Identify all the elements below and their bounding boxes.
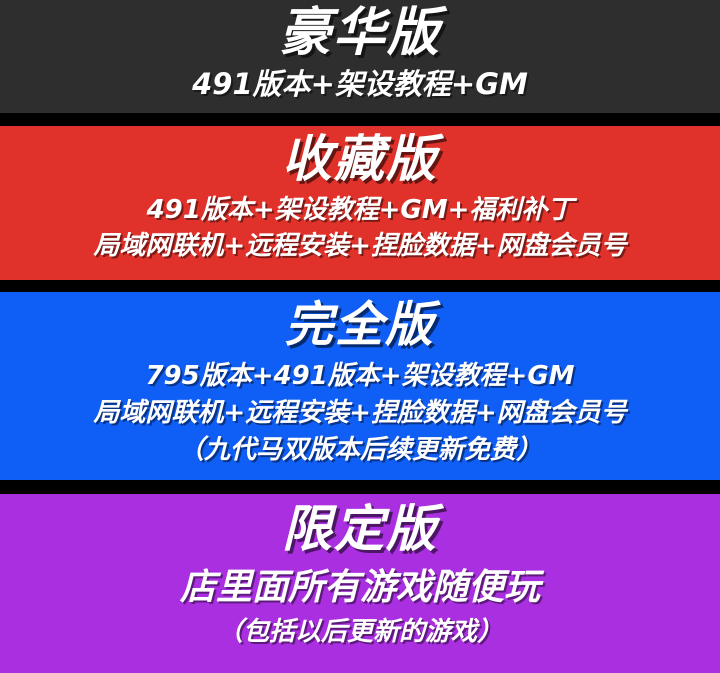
limited-edition-line-1: 店里面所有游戏随便玩 [179, 567, 540, 608]
complete-edition-panel: 完全版 795版本+491版本+架设教程+GM 局域网联机+远程安装+捏脸数据+… [0, 292, 720, 480]
collector-edition-line-1: 491版本+架设教程+GM+福利补丁 [146, 195, 574, 225]
collector-edition-line-2: 局域网联机+远程安装+捏脸数据+网盘会员号 [93, 231, 627, 261]
deluxe-edition-line-1: 491版本+架设教程+GM [192, 67, 528, 101]
collector-edition-title: 收藏版 [282, 130, 438, 188]
complete-edition-line-3: （九代马双版本后续更新免费） [177, 435, 542, 465]
limited-edition-line-2: （包括以后更新的游戏） [216, 617, 503, 647]
deluxe-edition-title: 豪华版 [278, 3, 441, 63]
complete-edition-line-2: 局域网联机+远程安装+捏脸数据+网盘会员号 [93, 398, 627, 428]
limited-edition-panel: 限定版 店里面所有游戏随便玩 （包括以后更新的游戏） [0, 494, 720, 673]
complete-edition-line-1: 795版本+491版本+架设教程+GM [145, 361, 575, 391]
limited-edition-title: 限定版 [282, 500, 438, 558]
complete-edition-title: 完全版 [284, 297, 435, 353]
deluxe-edition-panel: 豪华版 491版本+架设教程+GM [0, 0, 720, 113]
collector-edition-panel: 收藏版 491版本+架设教程+GM+福利补丁 局域网联机+远程安装+捏脸数据+网… [0, 126, 720, 280]
